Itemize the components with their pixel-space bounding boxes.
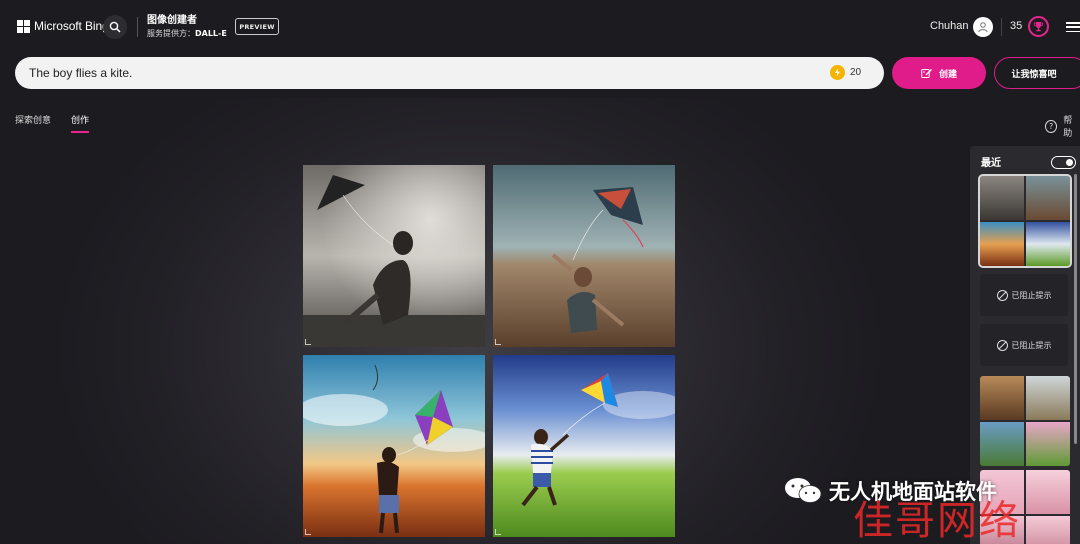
create-button[interactable]: 创建 [892, 57, 986, 89]
provider-value: DALL-E [195, 29, 227, 38]
image-corner-mark [495, 529, 501, 535]
provider-label: 服务提供方： [147, 29, 195, 38]
thumb-1 [980, 376, 1024, 420]
kite-image-3[interactable] [303, 355, 485, 537]
thumb-3 [980, 422, 1024, 466]
blocked-label: 已阻止提示 [1011, 340, 1052, 350]
search-icon [109, 21, 121, 33]
search-button[interactable] [103, 15, 127, 39]
rewards-button[interactable] [1028, 16, 1049, 37]
thumb-2 [1026, 176, 1070, 220]
user-icon [978, 22, 988, 33]
thumb-4 [1026, 422, 1070, 466]
blocked-label: 已阻止提示 [1011, 290, 1052, 300]
thumb-4 [1026, 516, 1070, 544]
recent-scrollbar[interactable] [1074, 174, 1077, 444]
image-corner-mark [305, 529, 311, 535]
page-title: 图像创建者 [147, 15, 197, 26]
surprise-me-button[interactable]: 让我惊喜吧 [994, 57, 1080, 89]
help-button[interactable]: ? 帮助 [1045, 113, 1080, 139]
tab-explore[interactable]: 探索创意 [15, 113, 51, 133]
provider-line: 服务提供方：DALL-E [147, 28, 227, 40]
toggle-knob [1066, 159, 1073, 166]
boost-indicator[interactable]: 20 [830, 65, 861, 80]
user-name[interactable]: Chuhan [930, 20, 969, 32]
bing-logo[interactable]: Microsoft Bing [17, 19, 109, 33]
header-divider [137, 17, 138, 37]
kite-image-1[interactable] [303, 165, 485, 347]
image-corner-mark [305, 339, 311, 345]
kite-image-4[interactable] [493, 355, 675, 537]
thumb-4 [1026, 222, 1070, 266]
thumb-2 [1026, 376, 1070, 420]
image-grid [303, 165, 675, 537]
wechat-icon [785, 478, 822, 503]
boost-count: 20 [850, 67, 862, 78]
lightning-icon [830, 65, 845, 80]
prompt-input[interactable] [29, 57, 809, 89]
rewards-count[interactable]: 35 [1010, 20, 1022, 32]
thumb-1 [980, 176, 1024, 220]
tab-bar: 探索创意 创作 [15, 113, 90, 133]
blocked-prompt-item[interactable]: 已阻止提示 [980, 324, 1068, 366]
blocked-icon [996, 289, 1008, 301]
recent-item[interactable] [980, 376, 1070, 466]
top-header: Microsoft Bing 图像创建者 服务提供方：DALL-E PREVIE… [0, 0, 1080, 98]
question-icon: ? [1045, 119, 1058, 133]
help-label: 帮助 [1063, 116, 1073, 139]
watermark-overlay: 佳哥网络 [853, 498, 1021, 544]
prompt-bar: 20 [15, 57, 884, 89]
create-icon [921, 68, 932, 78]
page-title-block: 图像创建者 服务提供方：DALL-E [147, 15, 227, 40]
recent-title: 最近 [981, 158, 1001, 169]
kite-image-2[interactable] [493, 165, 675, 347]
blocked-icon [996, 339, 1008, 351]
recent-item-selected[interactable] [978, 174, 1072, 268]
brand-name: Microsoft Bing [34, 19, 109, 33]
avatar[interactable] [973, 17, 993, 37]
thumb-3 [980, 222, 1024, 266]
tab-creations[interactable]: 创作 [71, 113, 90, 133]
trophy-icon [1033, 22, 1044, 32]
recent-toggle[interactable] [1051, 156, 1076, 169]
blocked-prompt-item[interactable]: 已阻止提示 [980, 274, 1068, 316]
microsoft-logo-icon [17, 19, 30, 33]
thumb-2 [1026, 470, 1070, 514]
preview-badge: PREVIEW [235, 18, 279, 35]
hamburger-menu-icon[interactable] [1066, 22, 1080, 32]
header-divider-2 [1001, 18, 1002, 36]
create-label: 创建 [938, 68, 957, 79]
image-corner-mark [495, 339, 501, 345]
